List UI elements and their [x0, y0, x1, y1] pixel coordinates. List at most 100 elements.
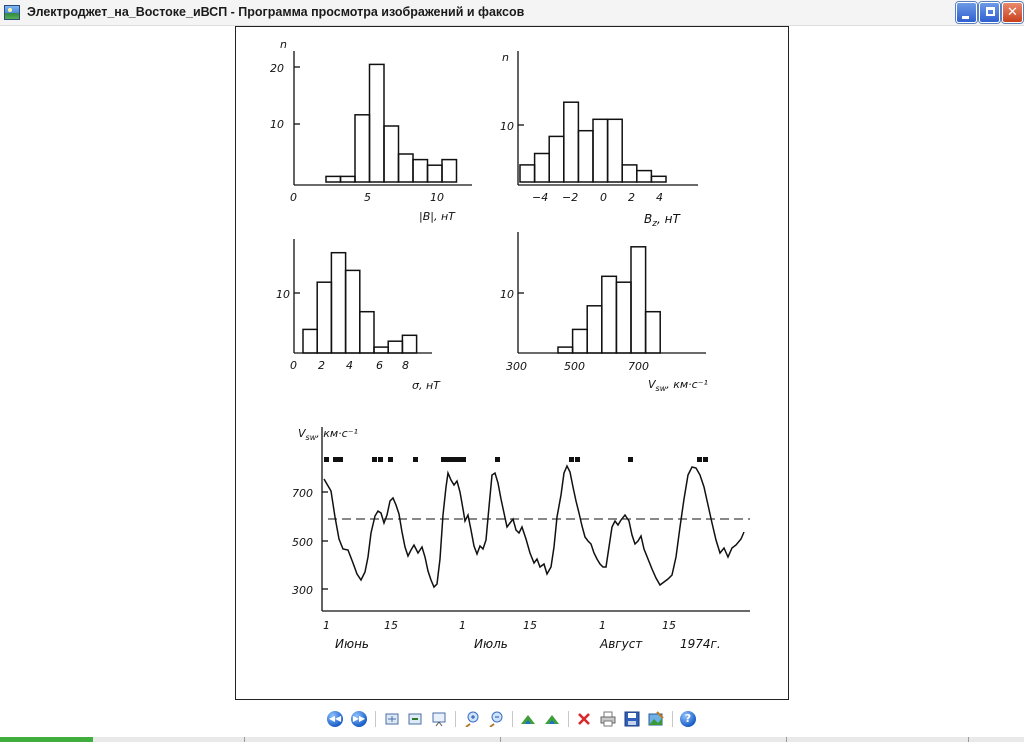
hist-b-x-tick-10: 10: [430, 191, 444, 204]
hist-b-bar-1: [339, 175, 356, 183]
close-button[interactable]: ✕: [1002, 2, 1023, 23]
hist-vsw-bar-0: [557, 346, 574, 354]
hist-bz-bar-3: [563, 101, 580, 183]
hist-bz-bar-4: [577, 129, 594, 183]
hist-bz-bar-2: [548, 135, 565, 183]
restore-icon: [986, 7, 995, 16]
hist-b-bar-8: [441, 158, 458, 183]
hist-bz-x-tick-4: 4: [656, 191, 663, 204]
print-button[interactable]: [598, 709, 618, 729]
taskbar-strip: [0, 737, 1024, 742]
hist-vsw-bar-2: [586, 305, 603, 354]
next-icon: ▶▶: [351, 711, 367, 727]
hist-b-bar-2: [354, 114, 371, 183]
delete-button[interactable]: [574, 709, 594, 729]
hist-sigma-bar-2: [330, 251, 347, 354]
hist-sigma-x-axis-label: σ, нТ: [412, 379, 441, 392]
previous-image-button[interactable]: ◀◀: [325, 709, 345, 729]
hist-bz-bar-1: [533, 152, 550, 183]
hist-bz-bar-9: [650, 175, 667, 183]
timeseries-vsw-line: [323, 464, 745, 589]
slideshow-button[interactable]: [429, 709, 449, 729]
hist-bz-bar-7: [621, 164, 638, 183]
edit-button[interactable]: [646, 709, 666, 729]
zoom-in-button[interactable]: [462, 709, 482, 729]
hist-sigma-x-tick-8: 8: [402, 359, 409, 372]
hist-vsw-x-tick-300: 300: [506, 360, 527, 373]
save-icon: [624, 711, 640, 727]
hist-b-bar-0: [325, 175, 342, 183]
hist-b-bar-5: [397, 153, 414, 183]
hist-b-y-tick-20: 20: [270, 62, 284, 75]
taskbar-divider: [786, 737, 787, 742]
hist-sigma-x-tick-4: 4: [346, 359, 353, 372]
title-bar: Электроджет_на_Востоке_иВСП - Программа …: [0, 0, 1024, 26]
hist-vsw-x-tick-500: 500: [564, 360, 585, 373]
actual-size-button[interactable]: [405, 709, 425, 729]
actual-size-icon: [408, 713, 422, 725]
hist-bz-bars: [519, 101, 667, 183]
hist-bz-x-tick-minus4: −4: [532, 191, 548, 204]
figure-svg: n 20 10 0 5 10 |B|, нТ n 10 −4 −2 0 2 4: [270, 38, 750, 651]
toolbar-separator: [568, 711, 569, 727]
hist-b-x-tick-5: 5: [364, 191, 371, 204]
hist-b-x-axis-label: |B|, нТ: [419, 210, 456, 223]
hist-vsw-bar-6: [644, 310, 661, 354]
timeseries-month-august: Август: [599, 637, 643, 651]
start-button-edge[interactable]: [0, 737, 93, 742]
toolbar-separator: [375, 711, 376, 727]
timeseries-y-tick-700: 700: [292, 487, 313, 500]
next-image-button[interactable]: ▶▶: [349, 709, 369, 729]
minimize-button[interactable]: [956, 2, 977, 23]
hist-b-bar-6: [412, 158, 429, 183]
hist-sigma-bar-4: [359, 310, 375, 354]
rotate-counterclockwise-button[interactable]: [542, 709, 562, 729]
timeseries-month-july: Июль: [474, 637, 508, 651]
hist-bz-x-tick-2: 2: [628, 191, 635, 204]
rotate-clockwise-button[interactable]: [518, 709, 538, 729]
toolbar-separator: [455, 711, 456, 727]
hist-sigma-x-tick-6: 6: [376, 359, 383, 372]
hist-sigma-bar-0: [302, 328, 318, 354]
hist-bz-bar-6: [606, 118, 623, 183]
hist-bz-bar-0: [519, 164, 536, 183]
close-icon: ✕: [1007, 5, 1018, 20]
taskbar-divider: [500, 737, 501, 742]
timeseries-y-axis-label: Vsw, км·с⁻¹: [298, 427, 358, 442]
hist-vsw-bar-5: [630, 246, 647, 354]
hist-b-bars: [325, 63, 458, 183]
maximize-button[interactable]: [979, 2, 1000, 23]
hist-vsw-bar-3: [601, 275, 618, 354]
hist-bz-y-axis-label: n: [502, 51, 509, 64]
timeseries-vsw: Vsw, км·с⁻¹ 700 500 300 1 15 1 15 1 15 И…: [292, 427, 750, 651]
hist-sigma-bar-7: [401, 334, 418, 354]
save-button[interactable]: [622, 709, 642, 729]
edit-icon: [648, 711, 664, 726]
zoom-out-button[interactable]: [486, 709, 506, 729]
help-button[interactable]: ?: [678, 709, 698, 729]
hist-vsw-bar-1: [571, 328, 588, 354]
timeseries-event-markers: [324, 457, 708, 462]
slideshow-icon: [432, 712, 446, 727]
hist-sigma-x-tick-2: 2: [318, 359, 325, 372]
best-fit-button[interactable]: [382, 709, 402, 729]
timeseries-year: 1974г.: [680, 637, 721, 651]
viewer-toolbar: ◀◀ ▶▶ ?: [0, 703, 1024, 735]
timeseries-x-tick-july-15: 15: [523, 619, 537, 632]
hist-bz-bar-5: [592, 118, 609, 183]
zoom-out-icon: [489, 711, 503, 727]
hist-bz-bar-8: [636, 169, 653, 183]
hist-sigma-x-tick-0: 0: [290, 359, 297, 372]
image-viewer-app-icon: [4, 5, 20, 20]
hist-bz-x-tick-0: 0: [600, 191, 607, 204]
print-icon: [600, 711, 616, 727]
histogram-sigma: 10 0 2 4 6 8 σ, нТ: [276, 239, 441, 392]
best-fit-icon: [385, 713, 399, 725]
timeseries-month-june: Июнь: [335, 637, 369, 651]
delete-icon: [578, 713, 590, 725]
rotate-cw-icon: [521, 715, 535, 724]
hist-b-bar-7: [426, 164, 443, 183]
timeseries-x-tick-august-15: 15: [662, 619, 676, 632]
hist-b-y-tick-10: 10: [270, 118, 284, 131]
hist-sigma-bar-3: [344, 269, 361, 354]
